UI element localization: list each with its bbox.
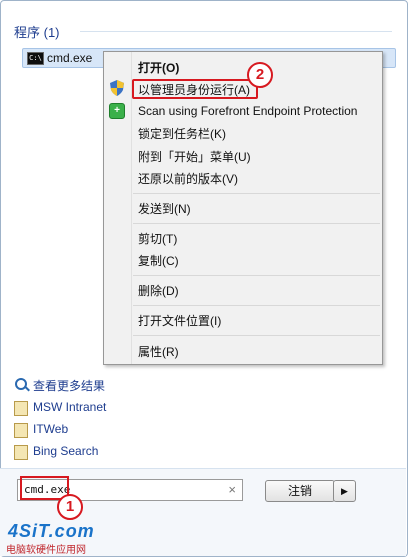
- menu-item-label: 打开(O): [138, 61, 180, 75]
- annotation-highlight-run-as-admin: [132, 79, 258, 99]
- menu-separator: [133, 223, 380, 224]
- menu-item-cut[interactable]: 剪切(T): [104, 226, 382, 248]
- annotation-step-2: 2: [247, 62, 273, 88]
- menu-item-label: 锁定到任务栏(K): [138, 127, 226, 141]
- magnifier-icon: [15, 378, 27, 390]
- link-label: 查看更多结果: [33, 379, 106, 393]
- menu-item-pin-taskbar[interactable]: 锁定到任务栏(K): [104, 121, 382, 143]
- cmd-icon: C:\: [27, 52, 44, 65]
- group-divider: [80, 31, 392, 32]
- menu-item-label: 还原以前的版本(V): [138, 172, 238, 186]
- clear-search-icon[interactable]: ×: [228, 482, 236, 497]
- uac-shield-icon: [110, 80, 124, 96]
- menu-item-label: 复制(C): [138, 254, 179, 268]
- menu-item-delete[interactable]: 删除(D): [104, 278, 382, 300]
- menu-item-label: 剪切(T): [138, 232, 178, 246]
- menu-item-label: 属性(R): [138, 345, 179, 359]
- menu-item-label: Scan using Forefront Endpoint Protection: [138, 104, 358, 118]
- menu-separator: [133, 305, 380, 306]
- forefront-icon: +: [109, 103, 125, 119]
- annotation-step-1: 1: [57, 494, 83, 520]
- menu-item-label: 发送到(N): [138, 202, 191, 216]
- search-result-label: cmd.exe: [47, 51, 93, 65]
- search-provider-icon: [14, 423, 28, 438]
- shutdown-options-arrow-icon[interactable]: ▶: [333, 480, 356, 502]
- menu-item-open-file-location[interactable]: 打开文件位置(I): [104, 308, 382, 330]
- log-off-button[interactable]: 注销: [265, 480, 335, 502]
- watermark-logo-text: 4SiT.com: [8, 521, 95, 541]
- menu-item-label: 附到「开始」菜单(U): [138, 150, 251, 164]
- link-label: ITWeb: [33, 422, 69, 436]
- menu-item-pin-start[interactable]: 附到「开始」菜单(U): [104, 144, 382, 166]
- menu-separator: [133, 335, 380, 336]
- menu-item-label: 删除(D): [138, 284, 179, 298]
- link-label: Bing Search: [33, 444, 99, 458]
- watermark-subtitle: 电脑软硬件应用网: [6, 545, 86, 556]
- menu-item-restore-versions[interactable]: 还原以前的版本(V): [104, 166, 382, 188]
- menu-item-forefront-scan[interactable]: + Scan using Forefront Endpoint Protecti…: [104, 100, 382, 122]
- menu-item-properties[interactable]: 属性(R): [104, 339, 382, 361]
- watermark-logo: 4SiT.com 电脑软硬件应用网: [4, 521, 116, 556]
- menu-separator: [133, 193, 380, 194]
- menu-item-send-to[interactable]: 发送到(N): [104, 196, 382, 218]
- link-label: MSW Intranet: [33, 400, 107, 414]
- menu-item-label: 打开文件位置(I): [138, 314, 222, 328]
- menu-item-open[interactable]: 打开(O): [104, 55, 382, 77]
- programs-group-title: 程序 (1): [14, 25, 60, 40]
- menu-item-copy[interactable]: 复制(C): [104, 248, 382, 270]
- menu-separator: [133, 275, 380, 276]
- search-provider-icon: [14, 445, 28, 460]
- search-provider-icon: [14, 401, 28, 416]
